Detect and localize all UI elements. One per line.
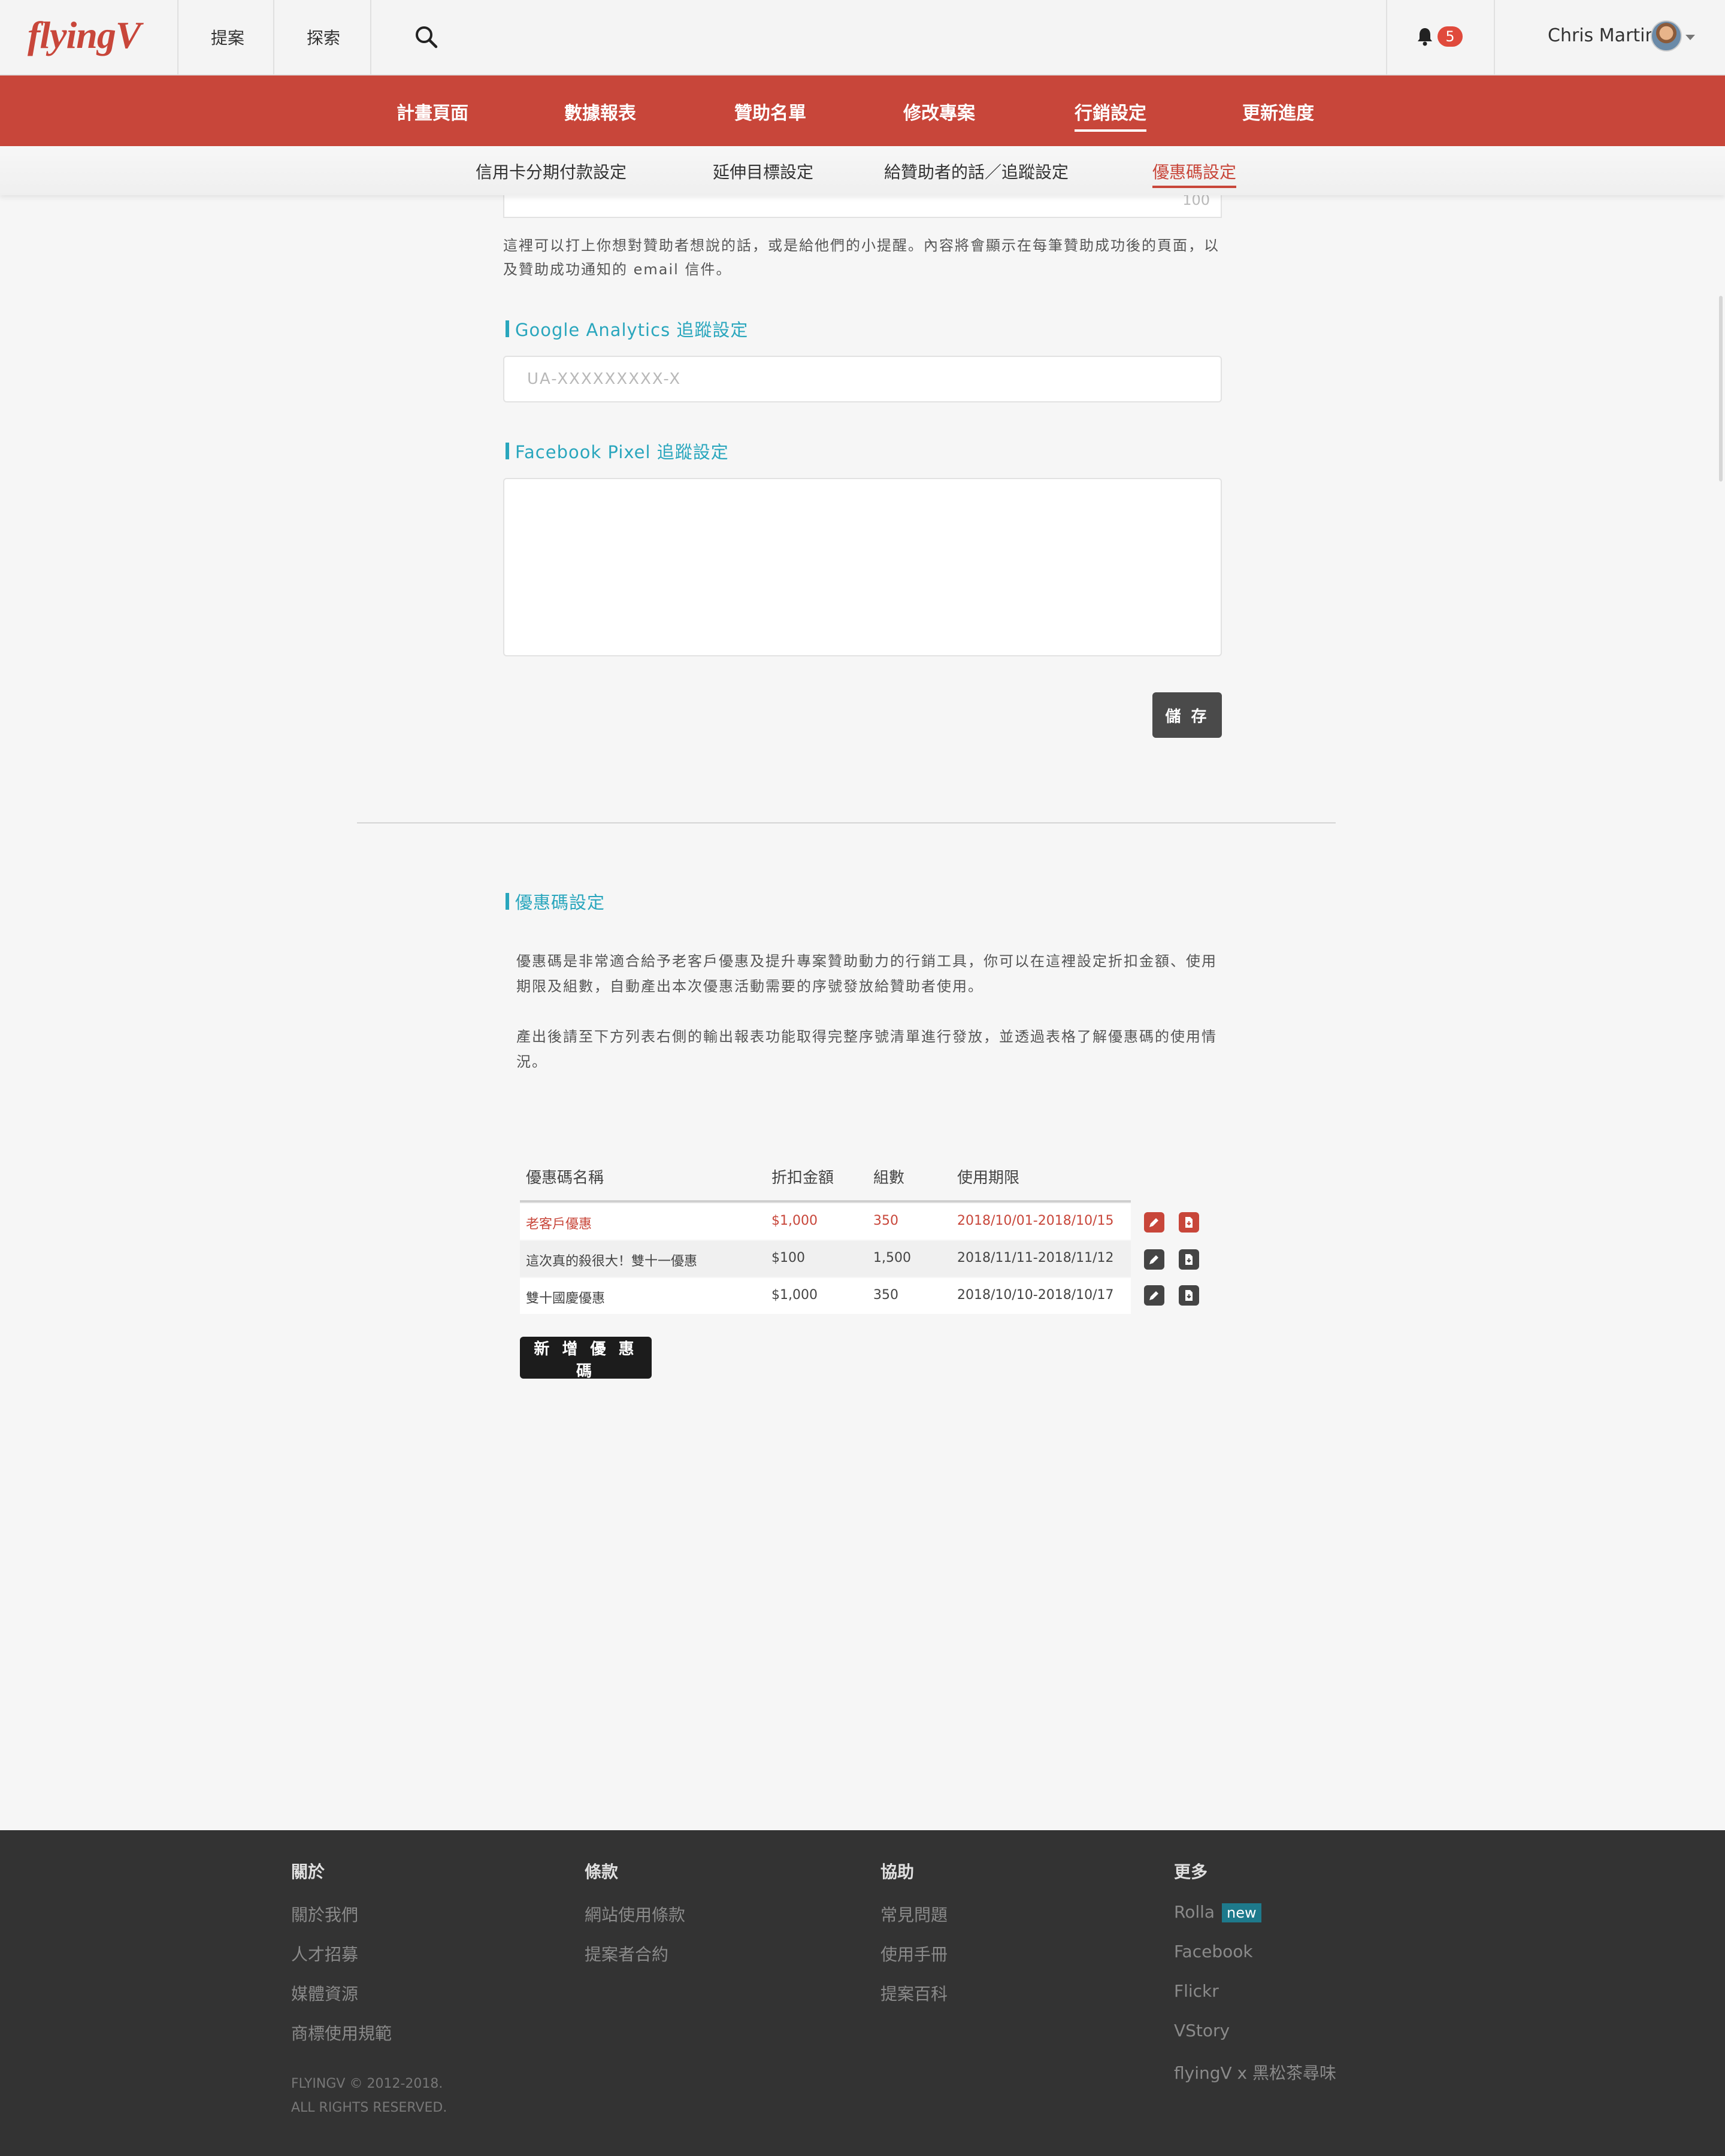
tab-marketing-settings[interactable]: 行銷設定 <box>1075 98 1146 132</box>
copyright: FLYINGV © 2012-2018. ALL RIGHTS RESERVED… <box>291 2072 447 2120</box>
site-footer: 關於 關於我們 人才招募 媒體資源 商標使用規範 條款 網站使用條款 提案者合約… <box>0 1830 1725 2156</box>
subtab-stretch-goals[interactable]: 延伸目標設定 <box>713 159 813 183</box>
footer-heading-more: 更多 <box>1174 1862 1208 1882</box>
footer-link[interactable]: 提案者合約 <box>585 1942 668 1966</box>
col-header-amount: 折扣金額 <box>771 1169 834 1187</box>
header-divider <box>1494 0 1495 75</box>
table-row: 雙十國慶優惠 $1,000 350 2018/10/10-2018/10/17 <box>520 1278 1131 1314</box>
footer-link[interactable]: 人才招募 <box>291 1942 358 1966</box>
tab-data-report[interactable]: 數據報表 <box>564 98 636 125</box>
export-report-icon[interactable] <box>1179 1285 1199 1306</box>
edit-icon[interactable] <box>1144 1212 1164 1233</box>
save-button[interactable]: 儲 存 <box>1152 692 1222 738</box>
coupon-description-2: 產出後請至下方列表右側的輸出報表功能取得完整序號清單進行發放，並透過表格了解優惠… <box>516 1028 1217 1070</box>
top-header: flyingV 提案 探索 5 Chris Martin <box>0 0 1725 75</box>
message-help-text: 這裡可以打上你想對贊助者想說的話，或是給他們的小提醒。內容將會顯示在每筆贊助成功… <box>503 237 1219 278</box>
tab-updates[interactable]: 更新進度 <box>1242 98 1314 125</box>
table-row: 老客戶優惠 $1,000 350 2018/10/01-2018/10/15 <box>520 1204 1131 1240</box>
coupon-description-1: 優惠碼是非常適合給予老客戶優惠及提升專案贊助動力的行銷工具，你可以在這裡設定折扣… <box>516 953 1217 995</box>
header-divider <box>1386 0 1387 75</box>
tab-project-page[interactable]: 計畫頁面 <box>397 98 468 125</box>
footer-heading-about: 關於 <box>291 1862 325 1882</box>
footer-link[interactable]: 關於我們 <box>291 1902 358 1926</box>
coupon-section-title: 優惠碼設定 <box>506 889 605 914</box>
coupon-amount: $100 <box>771 1250 805 1265</box>
footer-link[interactable]: Flickr <box>1174 1981 1219 2001</box>
project-main-nav: 計畫頁面 數據報表 贊助名單 修改專案 行銷設定 更新進度 <box>0 75 1725 146</box>
footer-link-rolla[interactable]: Rolla new <box>1174 1902 1261 1922</box>
footer-link[interactable]: 使用手冊 <box>880 1942 948 1966</box>
new-badge: new <box>1222 1903 1261 1922</box>
nav-explore-link[interactable]: 探索 <box>307 25 340 49</box>
ga-tracking-id-input[interactable] <box>503 356 1222 402</box>
coupon-amount: $1,000 <box>771 1213 818 1228</box>
fb-pixel-textarea[interactable] <box>503 478 1222 656</box>
avatar[interactable] <box>1651 20 1682 52</box>
footer-heading-help: 協助 <box>880 1862 915 1882</box>
bell-icon <box>1418 28 1432 46</box>
footer-link[interactable]: Facebook <box>1174 1942 1253 1961</box>
copyright-line: FLYINGV © 2012-2018. <box>291 2076 443 2091</box>
tab-sponsor-list[interactable]: 贊助名單 <box>734 98 806 125</box>
search-icon[interactable] <box>413 24 440 50</box>
add-coupon-button[interactable]: 新 增 優 惠 碼 <box>520 1337 652 1380</box>
edit-icon[interactable] <box>1144 1285 1164 1306</box>
subtab-message-tracking[interactable]: 給贊助者的話／追蹤設定 <box>884 159 1069 183</box>
chevron-down-icon[interactable] <box>1685 35 1695 40</box>
header-divider <box>273 0 274 75</box>
coupon-name: 雙十國慶優惠 <box>526 1291 606 1306</box>
footer-link[interactable]: 網站使用條款 <box>585 1902 685 1926</box>
table-header-underline <box>520 1200 1131 1203</box>
footer-link[interactable]: 商標使用規範 <box>291 2021 392 2045</box>
col-header-period: 使用期限 <box>957 1169 1020 1187</box>
col-header-name: 優惠碼名稱 <box>526 1169 604 1187</box>
fb-pixel-section-title: Facebook Pixel 追蹤設定 <box>506 438 729 464</box>
subtab-installments[interactable]: 信用卡分期付款設定 <box>476 159 627 183</box>
notifications-button[interactable]: 5 <box>1416 25 1470 49</box>
subtab-coupon-codes[interactable]: 優惠碼設定 <box>1152 159 1237 188</box>
section-divider <box>357 822 1336 823</box>
header-divider <box>177 0 178 75</box>
footer-link[interactable]: 常見問題 <box>880 1902 948 1926</box>
footer-link[interactable]: VStory <box>1174 2021 1230 2040</box>
scrollbar-thumb[interactable] <box>1719 296 1723 482</box>
header-divider <box>370 0 371 75</box>
coupon-name: 老客戶優惠 <box>526 1217 592 1232</box>
footer-link[interactable]: 媒體資源 <box>291 1981 358 2005</box>
footer-link[interactable]: flyingV x 黑松茶尋味 <box>1174 2060 1336 2084</box>
coupon-period: 2018/11/11-2018/11/12 <box>957 1250 1114 1265</box>
copyright-line: ALL RIGHTS RESERVED. <box>291 2100 447 2115</box>
tab-edit-project[interactable]: 修改專案 <box>903 98 975 125</box>
ga-section-title: Google Analytics 追蹤設定 <box>506 316 748 341</box>
coupon-period: 2018/10/10-2018/10/17 <box>957 1288 1114 1303</box>
footer-heading-terms: 條款 <box>585 1862 619 1882</box>
footer-link[interactable]: 提案百科 <box>880 1981 948 2005</box>
export-report-icon[interactable] <box>1179 1249 1199 1270</box>
coupon-name: 這次真的殺很大！雙十一優惠 <box>526 1254 698 1269</box>
user-name[interactable]: Chris Martin <box>1548 25 1657 46</box>
coupon-sets: 1,500 <box>873 1250 911 1265</box>
edit-icon[interactable] <box>1144 1249 1164 1270</box>
coupon-amount: $1,000 <box>771 1288 818 1303</box>
footer-link-label: Rolla <box>1174 1902 1215 1922</box>
marketing-sub-nav: 信用卡分期付款設定 延伸目標設定 給贊助者的話／追蹤設定 優惠碼設定 <box>0 146 1725 195</box>
coupon-sets: 350 <box>873 1213 898 1228</box>
coupon-sets: 350 <box>873 1288 898 1303</box>
notification-count-badge: 5 <box>1438 26 1463 47</box>
table-row: 這次真的殺很大！雙十一優惠 $100 1,500 2018/11/11-2018… <box>520 1241 1131 1277</box>
nav-propose-link[interactable]: 提案 <box>211 25 244 49</box>
export-report-icon[interactable] <box>1179 1212 1199 1233</box>
col-header-sets: 組數 <box>873 1169 905 1187</box>
coupon-period: 2018/10/01-2018/10/15 <box>957 1213 1114 1228</box>
flyingv-logo[interactable]: flyingV <box>28 13 141 57</box>
